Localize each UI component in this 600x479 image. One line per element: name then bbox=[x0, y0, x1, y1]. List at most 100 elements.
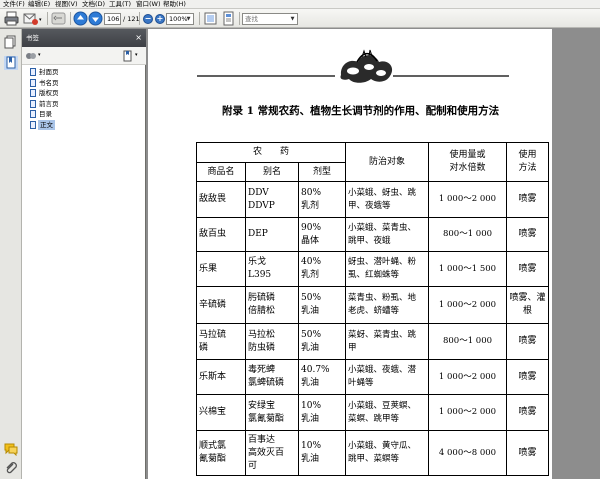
cell-target: 小菜蛾、蚜虫、跳 甲、夜蛾等 bbox=[345, 181, 429, 218]
cell-alias: 肟硫磷 倍腈松 bbox=[245, 286, 299, 324]
header-dosage: 使用量或 对水倍数 bbox=[428, 142, 507, 182]
chevron-down-icon: ▼ bbox=[290, 16, 295, 22]
navigation-strip bbox=[0, 29, 22, 479]
document-viewport[interactable]: 附录 1 常规农药、植物生长调节剂的作用、配制和使用方法 农 药防治对象 使用量或… bbox=[146, 29, 600, 479]
document-page: 附录 1 常规农药、植物生长调节剂的作用、配制和使用方法 农 药防治对象 使用量或… bbox=[148, 29, 552, 479]
fit-width-icon[interactable] bbox=[221, 11, 236, 26]
attachments-icon[interactable] bbox=[4, 461, 18, 475]
chevron-down-icon: ▼ bbox=[186, 16, 191, 22]
bookmark-item[interactable]: 正文 bbox=[29, 119, 144, 130]
cell-target: 菜蚜、菜青虫、跳 甲 bbox=[345, 323, 429, 360]
cell-dosage: 1 000～2 000 bbox=[428, 286, 507, 324]
cell-trade-name: 马拉硫 磷 bbox=[196, 323, 246, 360]
menu-file[interactable]: 文件(F) bbox=[3, 0, 25, 9]
menu-document[interactable]: 文档(D) bbox=[82, 0, 105, 9]
header-trade-name: 商品名 bbox=[196, 162, 246, 182]
menu-view[interactable]: 视图(V) bbox=[55, 0, 78, 9]
cell-method: 喷雾 bbox=[506, 181, 549, 218]
cell-method: 喷雾 bbox=[506, 323, 549, 360]
menu-edit[interactable]: 编辑(E) bbox=[28, 0, 50, 9]
options-dropdown-icon[interactable]: ▾ bbox=[38, 52, 41, 58]
close-panel-icon[interactable]: × bbox=[135, 29, 142, 47]
zoom-select[interactable]: 100% ▼ bbox=[166, 13, 194, 25]
cell-alias: 百事达 高效灭百 可 bbox=[245, 430, 299, 476]
cell-trade-name: 敌百虫 bbox=[196, 217, 246, 252]
cell-method: 喷雾、灌 根 bbox=[506, 286, 549, 324]
print-icon[interactable] bbox=[4, 11, 19, 26]
bookmarks-toolbar: ▾ ▾ bbox=[22, 47, 146, 65]
zoom-in-icon[interactable]: + bbox=[155, 14, 165, 24]
cell-dosage: 1 000～2 000 bbox=[428, 394, 507, 431]
bookmark-dropdown-icon[interactable]: ▾ bbox=[135, 52, 138, 58]
cell-dosage: 1 000～1 500 bbox=[428, 251, 507, 287]
cell-formulation: 40.7% 乳油 bbox=[298, 359, 346, 395]
menu-bar: 文件(F) 编辑(E) 视图(V) 文档(D) 工具(T) 窗口(W) 帮助(H… bbox=[0, 0, 600, 9]
header-target: 防治对象 bbox=[345, 142, 429, 182]
bookmark-page-icon bbox=[30, 68, 36, 76]
email-icon[interactable] bbox=[23, 11, 38, 26]
bookmark-page-icon bbox=[30, 99, 36, 108]
bookmark-label: 版权页 bbox=[39, 89, 59, 97]
header-alias: 别名 bbox=[245, 162, 299, 182]
new-bookmark-icon[interactable] bbox=[122, 50, 134, 62]
cell-method: 喷雾 bbox=[506, 217, 549, 252]
toolbar-divider bbox=[139, 12, 140, 25]
bookmark-item[interactable]: 版权页 bbox=[29, 88, 144, 98]
find-input[interactable]: 查找 ▼ bbox=[242, 13, 298, 25]
bookmarks-panel-header: 书签 × bbox=[22, 29, 146, 47]
cell-trade-name: 敌敌畏 bbox=[196, 181, 246, 218]
cell-formulation: 40% 乳剂 bbox=[298, 251, 346, 287]
bookmark-label: 正文 bbox=[38, 119, 55, 130]
bookmark-item[interactable]: 书名页 bbox=[29, 78, 144, 88]
cell-method: 喷雾 bbox=[506, 394, 549, 431]
pesticide-table: 农 药防治对象 使用量或 对水倍数 使用 方法 商品名 别名 剂型 敌敌畏 DDV DDVP 8… bbox=[196, 142, 549, 476]
pages-icon[interactable] bbox=[4, 35, 18, 49]
document-margin-right bbox=[556, 29, 600, 479]
table-row: 马拉硫 磷马拉松 防虫磷 50% 乳油 菜蚜、菜青虫、跳 甲 800～1 000 喷雾 bbox=[196, 323, 549, 360]
toolbar-divider bbox=[199, 12, 200, 25]
zoom-out-icon[interactable]: − bbox=[143, 14, 153, 24]
cell-target: 蚜虫、潜叶蝇、粉 虱、红蜘蛛等 bbox=[345, 251, 429, 287]
bookmark-page-icon bbox=[30, 110, 36, 118]
comments-icon[interactable] bbox=[4, 442, 18, 456]
select-tool-icon[interactable] bbox=[51, 11, 66, 26]
cell-dosage: 1 000～2 000 bbox=[428, 181, 507, 218]
header-formulation: 剂型 bbox=[298, 162, 346, 182]
bookmark-label: 封面页 bbox=[39, 68, 59, 76]
toolbar: ▾ 106 / 121 − + 100% ▼ 查找 ▼ bbox=[0, 9, 600, 28]
cell-target: 小菜蛾、夜蛾、潜 叶蝇等 bbox=[345, 359, 429, 395]
cell-trade-name: 乐斯本 bbox=[196, 359, 246, 395]
appendix-title: 附录 1 常规农药、植物生长调节剂的作用、配制和使用方法 bbox=[222, 105, 500, 117]
menu-window[interactable]: 窗口(W) bbox=[136, 0, 161, 9]
bookmark-item[interactable]: 目录 bbox=[29, 109, 144, 119]
decorative-header-illustration bbox=[197, 49, 509, 83]
previous-page-icon[interactable] bbox=[73, 11, 88, 26]
cell-target: 小菜蛾、豆荚螟、 菜螟、跳甲等 bbox=[345, 394, 429, 431]
bookmark-label: 书名页 bbox=[39, 78, 59, 87]
cell-dosage: 800～1 000 bbox=[428, 323, 507, 360]
table-row: 乐斯本 毒死蜱 氯蜱硫磷 40.7% 乳油 小菜蛾、夜蛾、潜 叶蝇等 1 000～2 0… bbox=[196, 359, 549, 395]
cell-method: 喷雾 bbox=[506, 251, 549, 287]
menu-help[interactable]: 帮助(H) bbox=[163, 0, 186, 9]
cell-formulation: 10% 乳油 bbox=[298, 394, 346, 431]
next-page-icon[interactable] bbox=[88, 11, 103, 26]
toolbar-divider bbox=[239, 12, 240, 25]
cell-alias: 安绿宝 氯氰菊酯 bbox=[245, 394, 299, 431]
cell-dosage: 4 000～8 000 bbox=[428, 430, 507, 476]
cell-method: 喷雾 bbox=[506, 359, 549, 395]
fit-page-icon[interactable] bbox=[203, 11, 218, 26]
options-icon[interactable] bbox=[25, 50, 37, 62]
bookmark-item[interactable]: 封面页 bbox=[29, 67, 144, 77]
table-row: 辛硫磷 肟硫磷 倍腈松 50% 乳油 菜青虫、粉虱、地 老虎、蛴螬等 1 000～2 0… bbox=[196, 286, 549, 324]
bookmark-page-icon bbox=[30, 78, 36, 87]
bookmarks-icon[interactable] bbox=[4, 56, 18, 70]
cell-formulation: 90% 晶体 bbox=[298, 217, 346, 252]
bookmark-label: 目录 bbox=[39, 110, 52, 118]
header-pesticide: 农 药 bbox=[196, 142, 346, 163]
menu-tools[interactable]: 工具(T) bbox=[109, 0, 131, 9]
find-placeholder: 查找 bbox=[245, 15, 258, 23]
bookmark-item[interactable]: 前言页 bbox=[29, 99, 144, 109]
cell-alias: DEP bbox=[245, 217, 299, 252]
page-number-input[interactable]: 106 bbox=[104, 13, 121, 25]
table-row: 乐果 乐戈 L395 40% 乳剂 蚜虫、潜叶蝇、粉 虱、红蜘蛛等 1 000～1 50… bbox=[196, 251, 549, 287]
